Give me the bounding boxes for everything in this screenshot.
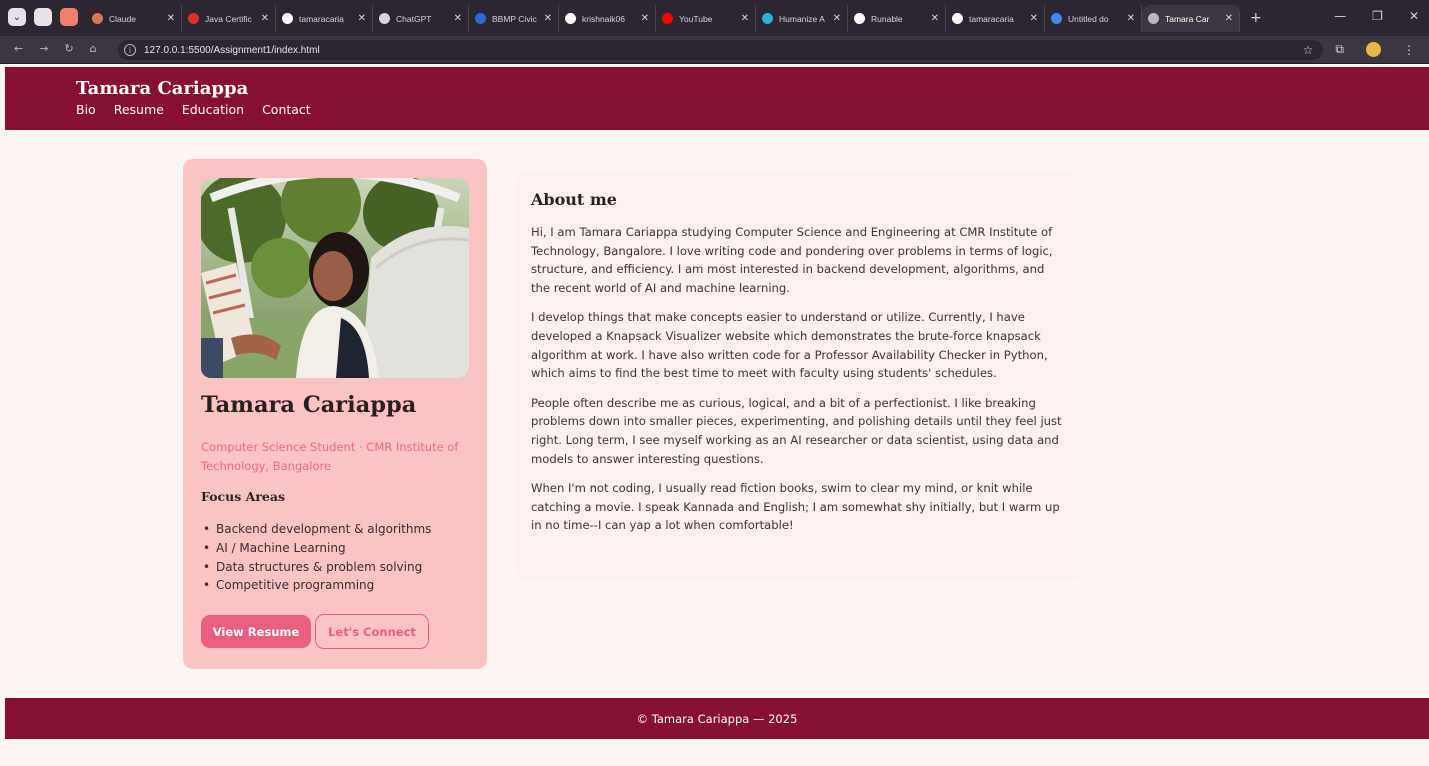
list-item: Competitive programming: [201, 576, 431, 595]
close-tab-icon[interactable]: ✕: [741, 13, 749, 24]
github-icon: [565, 13, 576, 24]
profile-name: Tamara Cariappa: [201, 392, 417, 418]
profile-icon[interactable]: [34, 8, 52, 26]
site-header: Tamara Cariappa Bio Resume Education Con…: [5, 67, 1429, 130]
view-resume-button[interactable]: View Resume: [201, 615, 311, 648]
claude-icon: [92, 13, 103, 24]
about-heading: About me: [531, 190, 617, 209]
close-tab-icon[interactable]: ✕: [1127, 13, 1135, 24]
browser-tab[interactable]: Humanize A ✕: [756, 5, 848, 32]
tab-label: Runable: [871, 13, 903, 24]
close-tab-icon[interactable]: ✕: [358, 13, 366, 24]
site-title: Tamara Cariappa: [76, 78, 249, 99]
java-icon: [188, 13, 199, 24]
tab-label: Claude: [109, 13, 136, 24]
avatar[interactable]: [1366, 42, 1381, 57]
about-paragraph: I develop things that make concepts easi…: [531, 310, 1048, 381]
close-tab-icon[interactable]: ✕: [454, 13, 462, 24]
lets-connect-button[interactable]: Let's Connect: [315, 614, 429, 649]
browser-tab[interactable]: Claude ✕: [86, 5, 182, 32]
home-icon[interactable]: ⌂: [90, 42, 97, 55]
tab-label: Humanize A: [779, 13, 825, 24]
close-tab-icon[interactable]: ✕: [544, 13, 552, 24]
tab-label: Tamara Car: [1165, 13, 1210, 24]
browser-tab[interactable]: BBMP Civic ✕: [469, 5, 559, 32]
url-input[interactable]: i 127.0.0.1:5500/Assignment1/index.html: [118, 40, 1323, 60]
github-icon: [282, 13, 293, 24]
focus-areas-heading: Focus Areas: [201, 489, 285, 504]
list-item: AI / Machine Learning: [201, 539, 431, 558]
forward-icon[interactable]: →: [39, 42, 48, 55]
about-paragraph: When I'm not coding, I usually read fict…: [531, 481, 1060, 533]
browser-tab[interactable]: Untitled do ✕: [1045, 5, 1142, 32]
browser-tab[interactable]: tamaracaria ✕: [946, 5, 1045, 32]
bbmp-icon: [475, 13, 486, 24]
new-tab-icon[interactable]: +: [1250, 5, 1262, 32]
close-tab-icon[interactable]: ✕: [641, 13, 649, 24]
tab-label: BBMP Civic: [492, 13, 537, 24]
nav-resume[interactable]: Resume: [114, 102, 164, 117]
about-paragraph: People often describe me as curious, log…: [531, 395, 1062, 466]
close-window-icon[interactable]: ✕: [1409, 9, 1419, 23]
tab-search-icon[interactable]: ⌄: [8, 8, 26, 26]
runable-icon: [854, 13, 865, 24]
browser-tab[interactable]: Java Certific ✕: [182, 5, 276, 32]
list-item: Backend development & algorithms: [201, 520, 431, 539]
close-tab-icon[interactable]: ✕: [1225, 13, 1233, 24]
browser-tab[interactable]: Runable ✕: [848, 5, 946, 32]
url-text: 127.0.0.1:5500/Assignment1/index.html: [144, 44, 320, 56]
tab-label: ChatGPT: [396, 13, 432, 24]
tab-strip: Claude ✕ Java Certific ✕ tamaracaria ✕ ChatGPT…: [86, 5, 1262, 32]
nav-bio[interactable]: Bio: [76, 102, 96, 117]
menu-icon[interactable]: ⋮: [1403, 43, 1415, 57]
globe-icon: [1148, 13, 1159, 24]
about-card: About me Hi, I am Tamara Cariappa studyi…: [517, 172, 1080, 581]
site-info-icon[interactable]: i: [124, 44, 136, 56]
browser-tab[interactable]: YouTube ✕: [656, 5, 756, 32]
tab-label: tamaracaria: [299, 13, 344, 24]
close-tab-icon[interactable]: ✕: [833, 13, 841, 24]
profile-photo: [201, 178, 469, 378]
close-tab-icon[interactable]: ✕: [1030, 13, 1038, 24]
youtube-icon: [662, 13, 673, 24]
browser-tab[interactable]: Tamara Car ✕: [1142, 5, 1240, 32]
nav-education[interactable]: Education: [182, 102, 244, 117]
about-body: Hi, I am Tamara Cariappa studying Comput…: [531, 223, 1066, 546]
close-tab-icon[interactable]: ✕: [261, 13, 269, 24]
about-paragraph: Hi, I am Tamara Cariappa studying Comput…: [531, 225, 1053, 295]
close-tab-icon[interactable]: ✕: [167, 13, 175, 24]
browser-tab[interactable]: krishnaik06 ✕: [559, 5, 656, 32]
window-controls: — ❐ ✕: [1334, 9, 1419, 23]
extension-icon[interactable]: [60, 8, 78, 26]
profile-card: Tamara Cariappa Computer Science Student…: [183, 159, 487, 669]
browser-tab[interactable]: tamaracaria ✕: [276, 5, 373, 32]
tab-label: YouTube: [679, 13, 713, 24]
browser-tab-bar: ⌄ Claude ✕ Java Certific ✕ tamaracaria ✕ ChatG…: [0, 0, 1429, 36]
docs-icon: [1051, 13, 1062, 24]
bookmark-star-icon[interactable]: ☆: [1303, 43, 1314, 57]
site-footer: © Tamara Cariappa — 2025: [5, 698, 1429, 739]
github-icon: [952, 13, 963, 24]
tab-label: tamaracaria: [969, 13, 1014, 24]
minimize-icon[interactable]: —: [1334, 9, 1346, 23]
focus-areas-list: Backend development & algorithms AI / Ma…: [201, 520, 431, 595]
list-item: Data structures & problem solving: [201, 558, 431, 577]
chatgpt-icon: [379, 13, 390, 24]
tab-label: krishnaik06: [582, 13, 625, 24]
humanize-icon: [762, 13, 773, 24]
profile-subtitle: Computer Science Student · CMR Institute…: [201, 440, 459, 473]
address-bar-row: ← → ↻ ⌂ i 127.0.0.1:5500/Assignment1/ind…: [0, 36, 1429, 64]
tab-label: Java Certific: [205, 13, 252, 24]
back-icon[interactable]: ←: [14, 42, 23, 55]
nav-contact[interactable]: Contact: [262, 102, 311, 117]
extensions-icon[interactable]: ⧉: [1335, 42, 1344, 57]
site-nav: Bio Resume Education Contact: [76, 102, 311, 117]
footer-text: © Tamara Cariappa — 2025: [636, 711, 798, 726]
restore-icon[interactable]: ❐: [1372, 9, 1383, 23]
reload-icon[interactable]: ↻: [64, 42, 73, 55]
tab-label: Untitled do: [1068, 13, 1109, 24]
close-tab-icon[interactable]: ✕: [931, 13, 939, 24]
browser-tab[interactable]: ChatGPT ✕: [373, 5, 469, 32]
